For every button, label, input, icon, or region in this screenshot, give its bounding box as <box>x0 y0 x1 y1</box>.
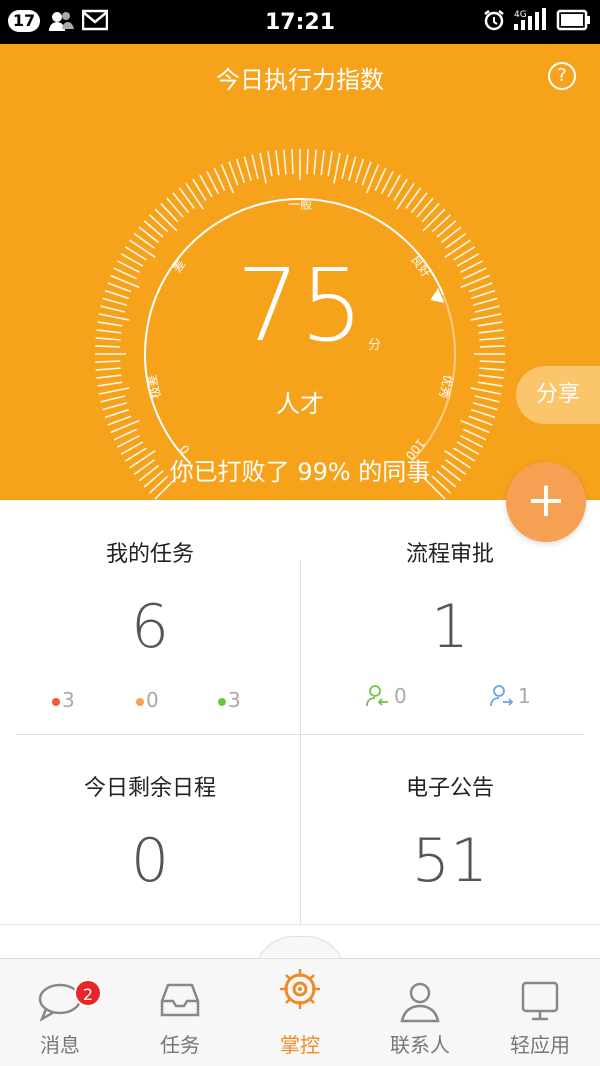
gauge-tick <box>421 202 440 223</box>
gauge-tick <box>291 149 294 175</box>
gauge-tick <box>138 226 160 244</box>
gauge-tick <box>410 192 428 214</box>
share-button[interactable]: 分享 <box>516 366 600 424</box>
execution-index-header: 今日执行力指数 ? 0 极差差一般 良好 优秀 100 75 分 人才 你已打败了 99… <box>0 44 600 500</box>
status-bar: 17 17:21 4G <box>0 0 600 44</box>
score-value: 75 <box>236 247 364 364</box>
score-unit: 分 <box>368 338 382 353</box>
schedule-card[interactable]: 今日剩余日程 0 <box>0 734 300 964</box>
my-tasks-card[interactable]: 我的任务 6 3 0 3 <box>0 500 300 730</box>
green-dot-icon <box>218 697 226 706</box>
red-dot-icon <box>52 697 60 706</box>
gauge-tick <box>228 161 239 186</box>
gauge-tick <box>267 151 273 177</box>
task-stat-red: 3 <box>52 688 75 712</box>
gauge-label-normal: 一般 <box>288 197 312 212</box>
notice-count: 51 <box>411 826 489 896</box>
network-type-label: 4G <box>514 10 527 20</box>
approval-title: 流程审批 <box>405 542 494 567</box>
my-tasks-title: 我的任务 <box>105 542 194 567</box>
gauge-tick <box>235 158 246 184</box>
gauge-tick <box>348 156 357 181</box>
tab-contacts[interactable]: 联系人 <box>360 959 480 1066</box>
user-arrow-in-icon <box>366 685 388 707</box>
notice-card[interactable]: 电子公告 51 <box>300 734 600 964</box>
tab-label: 轻应用 <box>510 1033 570 1057</box>
signal-4g-icon: 4G <box>514 8 546 30</box>
gauge-tick <box>361 161 372 186</box>
gauge-tick <box>479 360 505 363</box>
alarm-clock-icon <box>484 10 504 31</box>
gauge-tick <box>154 208 178 232</box>
gauge-tick <box>172 192 190 214</box>
gauge-tick <box>160 202 179 223</box>
gauge-tick <box>185 183 204 210</box>
gauge-tick <box>320 150 325 176</box>
tab-label: 任务 <box>160 1033 200 1057</box>
gauge-tick <box>95 360 121 363</box>
task-stat-green: 3 <box>218 688 241 712</box>
gauge-tick <box>243 156 252 181</box>
person-icon <box>400 982 440 1023</box>
gauge-tick <box>275 150 280 176</box>
gauge-tick <box>354 158 365 184</box>
gauge-tick <box>143 220 164 238</box>
rank-label: 人才 <box>276 390 324 418</box>
gauge-tick <box>166 197 184 218</box>
tab-light-apps[interactable]: 轻应用 <box>480 959 600 1066</box>
page-title: 今日执行力指数 <box>216 66 384 94</box>
gauge-tick <box>95 367 121 371</box>
gauge-tick <box>148 214 169 233</box>
target-wheel-icon <box>280 969 320 1009</box>
gauge-tick <box>333 152 341 184</box>
gauge-tick <box>436 220 457 238</box>
gauge-tick <box>251 154 259 180</box>
tab-control[interactable]: 掌控 <box>240 959 360 1066</box>
inbox-tray-icon <box>160 983 200 1017</box>
battery-icon <box>556 9 590 31</box>
unread-badge: 2 <box>74 979 102 1007</box>
summary-grid: 我的任务 6 3 0 3 流程审批 1 0 1 今日剩余日程 0 电子公告 51 <box>0 500 600 960</box>
orange-dot-icon <box>136 697 144 706</box>
gauge-tick <box>306 149 309 175</box>
gauge-tick <box>479 367 505 371</box>
tab-messages[interactable]: 2 消息 <box>0 959 120 1066</box>
task-stat-orange: 0 <box>136 688 159 712</box>
gauge-tick <box>327 151 333 177</box>
gauge-tick <box>440 226 462 244</box>
approval-count: 1 <box>430 592 470 662</box>
approval-card[interactable]: 流程审批 1 0 1 <box>300 500 600 730</box>
gauge-tick <box>341 154 349 180</box>
gauge-tick <box>416 197 434 218</box>
monitor-icon <box>521 981 559 1021</box>
gauge-tick <box>313 149 317 175</box>
gauge-tick <box>283 149 287 175</box>
gauge-tick <box>396 183 415 210</box>
help-icon[interactable]: ? <box>548 62 576 90</box>
tab-label: 消息 <box>40 1033 80 1057</box>
approval-stat-incoming: 0 <box>366 684 407 708</box>
my-tasks-count: 6 <box>130 592 170 662</box>
approval-stat-outgoing: 1 <box>490 684 531 708</box>
gauge-tick <box>259 152 267 184</box>
user-arrow-out-icon <box>490 685 514 707</box>
gauge-tick <box>96 374 122 379</box>
tab-tasks[interactable]: 任务 <box>120 959 240 1066</box>
gauge-tick <box>478 374 504 379</box>
gauge-tick <box>129 239 156 258</box>
tab-label: 联系人 <box>390 1033 450 1057</box>
bottom-tab-bar: 2 消息 任务 掌控 联系人 轻应用 <box>0 958 600 1066</box>
schedule-title: 今日剩余日程 <box>83 776 216 801</box>
gauge-tick <box>431 214 452 233</box>
notice-title: 电子公告 <box>405 776 494 801</box>
schedule-count: 0 <box>130 826 170 896</box>
tab-label: 掌控 <box>280 1033 320 1057</box>
gauge-tick <box>444 239 471 258</box>
gauge-tick <box>422 208 446 232</box>
